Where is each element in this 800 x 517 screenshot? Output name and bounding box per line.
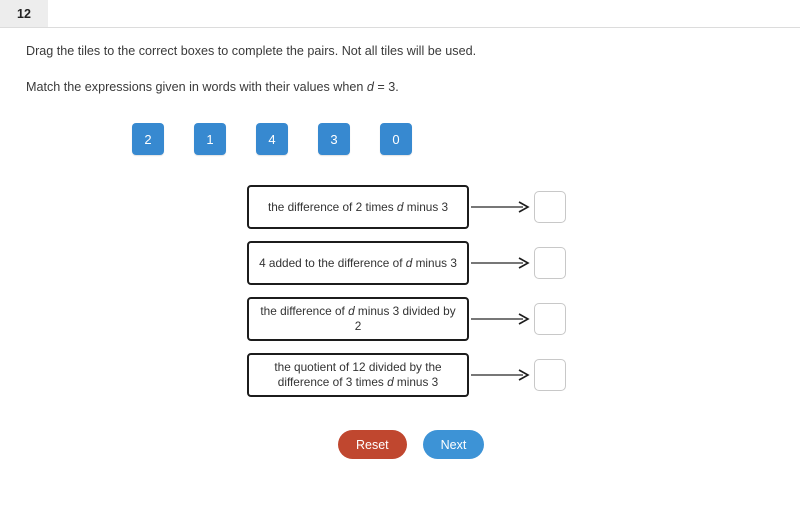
tile-tray: 2 1 4 3 0 (132, 123, 412, 155)
instruction-line-2-prefix: Match the expressions given in words wit… (26, 80, 367, 94)
expression-before: the difference of 2 times (267, 199, 397, 214)
question-tab-strip: 12 (0, 0, 800, 28)
match-row: the difference of 2 times d minus 3 (247, 185, 566, 229)
expression-after: minus 3 (412, 255, 457, 270)
expression-before: 4 added to the difference of (259, 255, 406, 270)
expression-box: the difference of d minus 3 divided by 2 (247, 297, 469, 341)
expression-box: the quotient of 12 divided by the differ… (247, 353, 469, 397)
arrow-right-icon (471, 200, 532, 214)
next-button[interactable]: Next (422, 430, 485, 459)
expression-after: minus 3 (393, 375, 439, 389)
question-number-tab[interactable]: 12 (0, 0, 48, 27)
drop-target[interactable] (534, 303, 566, 335)
arrow-right-icon (471, 368, 532, 382)
tile[interactable]: 2 (132, 123, 164, 155)
expression-box: the difference of 2 times d minus 3 (247, 185, 469, 229)
instruction-line-1: Drag the tiles to the correct boxes to c… (26, 44, 477, 58)
expression-box: 4 added to the difference of d minus 3 (247, 241, 469, 285)
drop-target[interactable] (534, 247, 566, 279)
reset-button[interactable]: Reset (338, 430, 407, 459)
match-row: the difference of d minus 3 divided by 2 (247, 297, 566, 341)
expression-after: minus 3 divided by 2 (354, 304, 456, 333)
tile[interactable]: 4 (256, 123, 288, 155)
tile[interactable]: 1 (194, 123, 226, 155)
expression-after: minus 3 (403, 199, 449, 214)
instruction-line-2: Match the expressions given in words wit… (26, 79, 756, 96)
expression-text: the difference of d minus 3 divided by 2 (256, 304, 460, 334)
expression-text: the quotient of 12 divided by the differ… (256, 360, 460, 390)
instruction-line-2-suffix: = 3. (373, 80, 399, 94)
matching-area: the difference of 2 times d minus 3 4 ad… (247, 185, 566, 409)
expression-text: the difference of 2 times d minus 3 (268, 200, 448, 215)
expression-before: the difference of (260, 304, 349, 318)
drop-target[interactable] (534, 359, 566, 391)
arrow-right-icon (471, 256, 532, 270)
instruction-variable: d (366, 80, 374, 94)
action-buttons: Reset Next (338, 430, 485, 459)
drop-target[interactable] (534, 191, 566, 223)
tile[interactable]: 3 (318, 123, 350, 155)
expression-text: 4 added to the difference of d minus 3 (259, 256, 457, 271)
tile[interactable]: 0 (380, 123, 412, 155)
match-row: 4 added to the difference of d minus 3 (247, 241, 566, 285)
arrow-right-icon (471, 312, 532, 326)
match-row: the quotient of 12 divided by the differ… (247, 353, 566, 397)
instructions-block: Drag the tiles to the correct boxes to c… (26, 43, 756, 96)
